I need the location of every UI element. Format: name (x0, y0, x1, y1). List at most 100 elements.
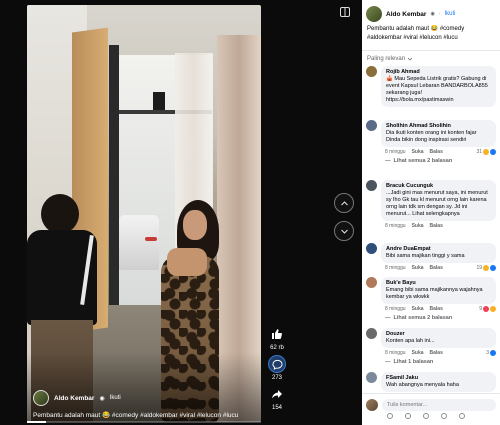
comment-text: 🎪 Mau Sepeda Listrik gratis? Gabung di e… (386, 76, 488, 103)
comment-reactions[interactable]: 9 (479, 306, 496, 312)
comment-author[interactable]: Bracuk Cucunguk (386, 183, 491, 190)
verified-badge-icon: ◉ (430, 11, 435, 17)
comment-author[interactable]: Sholihin Ahmad Sholihin (386, 123, 491, 130)
view-replies-link[interactable]: — Lihat semua 2 balasan (381, 158, 496, 164)
comment-avatar[interactable] (366, 180, 377, 191)
reply-link[interactable]: Balas (430, 350, 443, 356)
reaction-count: 9 (479, 306, 482, 312)
comment-meta: 8 minggu Suka Balas 31 (381, 149, 496, 155)
share-count: 154 (271, 405, 282, 411)
app-root: Aldo Kembar ◉ Ikuti Pembantu adalah maut… (0, 0, 500, 425)
comment-item: Buk'e Bayu Emang bibi sama majikannya wa… (366, 277, 498, 321)
video-follow-link[interactable]: Ikuti (110, 395, 121, 401)
comment-reactions[interactable]: 19 (476, 265, 496, 271)
video-progress-fill (27, 421, 46, 423)
comment-input[interactable] (382, 399, 496, 411)
panel-author-name[interactable]: Aldo Kembar (386, 11, 426, 18)
camera-icon[interactable] (423, 413, 429, 419)
comment-reactions[interactable]: 31 (476, 149, 496, 155)
video-nav (334, 193, 354, 241)
sidebar-toggle-icon (340, 7, 350, 17)
comment-bubble: FSamil Jaku Wah abangnya menyala haha (381, 372, 496, 392)
comment-bubble: Andre DuaEmpat Bibi sama majikan tinggi … (381, 243, 496, 263)
sticker-icon[interactable] (459, 413, 465, 419)
view-replies-label: Lihat semua 2 balasan (393, 158, 453, 164)
comment-avatar[interactable] (366, 243, 377, 254)
comment-avatar[interactable] (366, 372, 377, 383)
video-author-name[interactable]: Aldo Kembar (54, 395, 94, 402)
divider (362, 50, 500, 51)
comment-avatar[interactable] (366, 66, 377, 77)
video-player[interactable]: Aldo Kembar ◉ Ikuti Pembantu adalah maut… (27, 5, 261, 422)
comment-author[interactable]: Rojib Ahmad (386, 69, 491, 76)
like-action[interactable]: 62 rb (268, 325, 286, 351)
like-link[interactable]: Suka (412, 223, 424, 229)
comment-text: Bibi sama majikan tinggi y sama (386, 253, 465, 259)
like-count: 62 rb (270, 345, 284, 351)
reply-arrow-icon: — (385, 158, 391, 164)
comment-time: 8 minggu (385, 306, 406, 312)
scene-lamp (153, 92, 165, 110)
reaction-count: 31 (476, 149, 482, 155)
video-verified-icon: ◉ (99, 395, 105, 402)
view-replies-label: Lihat 1 balasan (393, 359, 434, 365)
collapse-panel-button[interactable] (338, 5, 352, 19)
video-author[interactable]: Aldo Kembar ◉ Ikuti (33, 390, 121, 406)
comment-avatar[interactable] (366, 277, 377, 288)
comment-meta: 8 minggu Suka Balas 9 (381, 306, 496, 312)
comment-bubble: Rojib Ahmad 🎪 Mau Sepeda Listrik gratis?… (381, 66, 496, 107)
next-video-button[interactable] (334, 221, 354, 241)
comment-item: Bracuk Cucunguk ...Jadi gini mas menurut… (366, 180, 498, 229)
comment-author[interactable]: Buk'e Bayu (386, 280, 491, 287)
comment-count: 273 (271, 375, 282, 381)
share-icon[interactable] (268, 385, 286, 403)
panel-author-avatar[interactable] (366, 6, 382, 22)
comment-reactions[interactable]: 3 (486, 350, 496, 356)
panel-follow-link[interactable]: Ikuti (445, 11, 456, 17)
comment-time: 8 minggu (385, 265, 406, 271)
video-progress-bar[interactable] (27, 421, 261, 423)
comment-action[interactable]: 273 (268, 355, 286, 381)
like-link[interactable]: Suka (412, 350, 424, 356)
reply-arrow-icon: — (385, 315, 391, 321)
like-link[interactable]: Suka (412, 149, 424, 155)
video-author-avatar[interactable] (33, 390, 49, 406)
composer-tools (387, 413, 465, 419)
gif-icon[interactable] (441, 413, 447, 419)
view-replies-link[interactable]: — Lihat semua 2 balasan (381, 315, 496, 321)
comment-icon[interactable] (268, 355, 286, 373)
comment-avatar[interactable] (366, 120, 377, 131)
comment-time: 8 minggu (385, 223, 406, 229)
comment-text: Wah abangnya menyala haha (386, 382, 459, 388)
emoji-icon[interactable] (405, 413, 411, 419)
like-reaction-icon (490, 149, 496, 155)
view-replies-link[interactable]: — Lihat 1 balasan (381, 359, 496, 365)
previous-video-button[interactable] (334, 193, 354, 213)
comment-sort-dropdown[interactable]: Paling relevan (367, 56, 413, 62)
comment-composer (362, 393, 500, 425)
comment-author[interactable]: FSamil Jaku (386, 375, 491, 382)
haha-reaction-icon (490, 306, 496, 312)
comment-bubble: Sholihin Ahmad Sholihin Dia ikuti konten… (381, 120, 496, 147)
reply-link[interactable]: Balas (430, 149, 443, 155)
reply-link[interactable]: Balas (430, 265, 443, 271)
like-link[interactable]: Suka (412, 265, 424, 271)
comment-author[interactable]: Andre DuaEmpat (386, 246, 491, 253)
comment-text: Konten apa lah ini... (386, 338, 435, 344)
comment-avatar[interactable] (366, 328, 377, 339)
comment-item: FSamil Jaku Wah abangnya menyala haha (366, 372, 498, 392)
person-head (41, 194, 79, 234)
share-action[interactable]: 154 (268, 385, 286, 411)
reply-link[interactable]: Balas (430, 223, 443, 229)
panel-caption: Pembantu adalah maut 😂 #comedy #aldokemb… (367, 26, 465, 41)
chevron-up-icon (340, 200, 348, 205)
thumbs-up-icon[interactable] (268, 325, 286, 343)
reply-link[interactable]: Balas (430, 306, 443, 312)
haha-reaction-icon (483, 149, 489, 155)
comment-author[interactable]: Douzer (386, 331, 491, 338)
current-user-avatar (366, 399, 378, 411)
like-link[interactable]: Suka (412, 306, 424, 312)
avatar-sticker-icon[interactable] (387, 413, 393, 419)
chevron-down-icon (407, 57, 413, 61)
panel-header: Aldo Kembar ◉ · Ikuti (366, 6, 456, 22)
